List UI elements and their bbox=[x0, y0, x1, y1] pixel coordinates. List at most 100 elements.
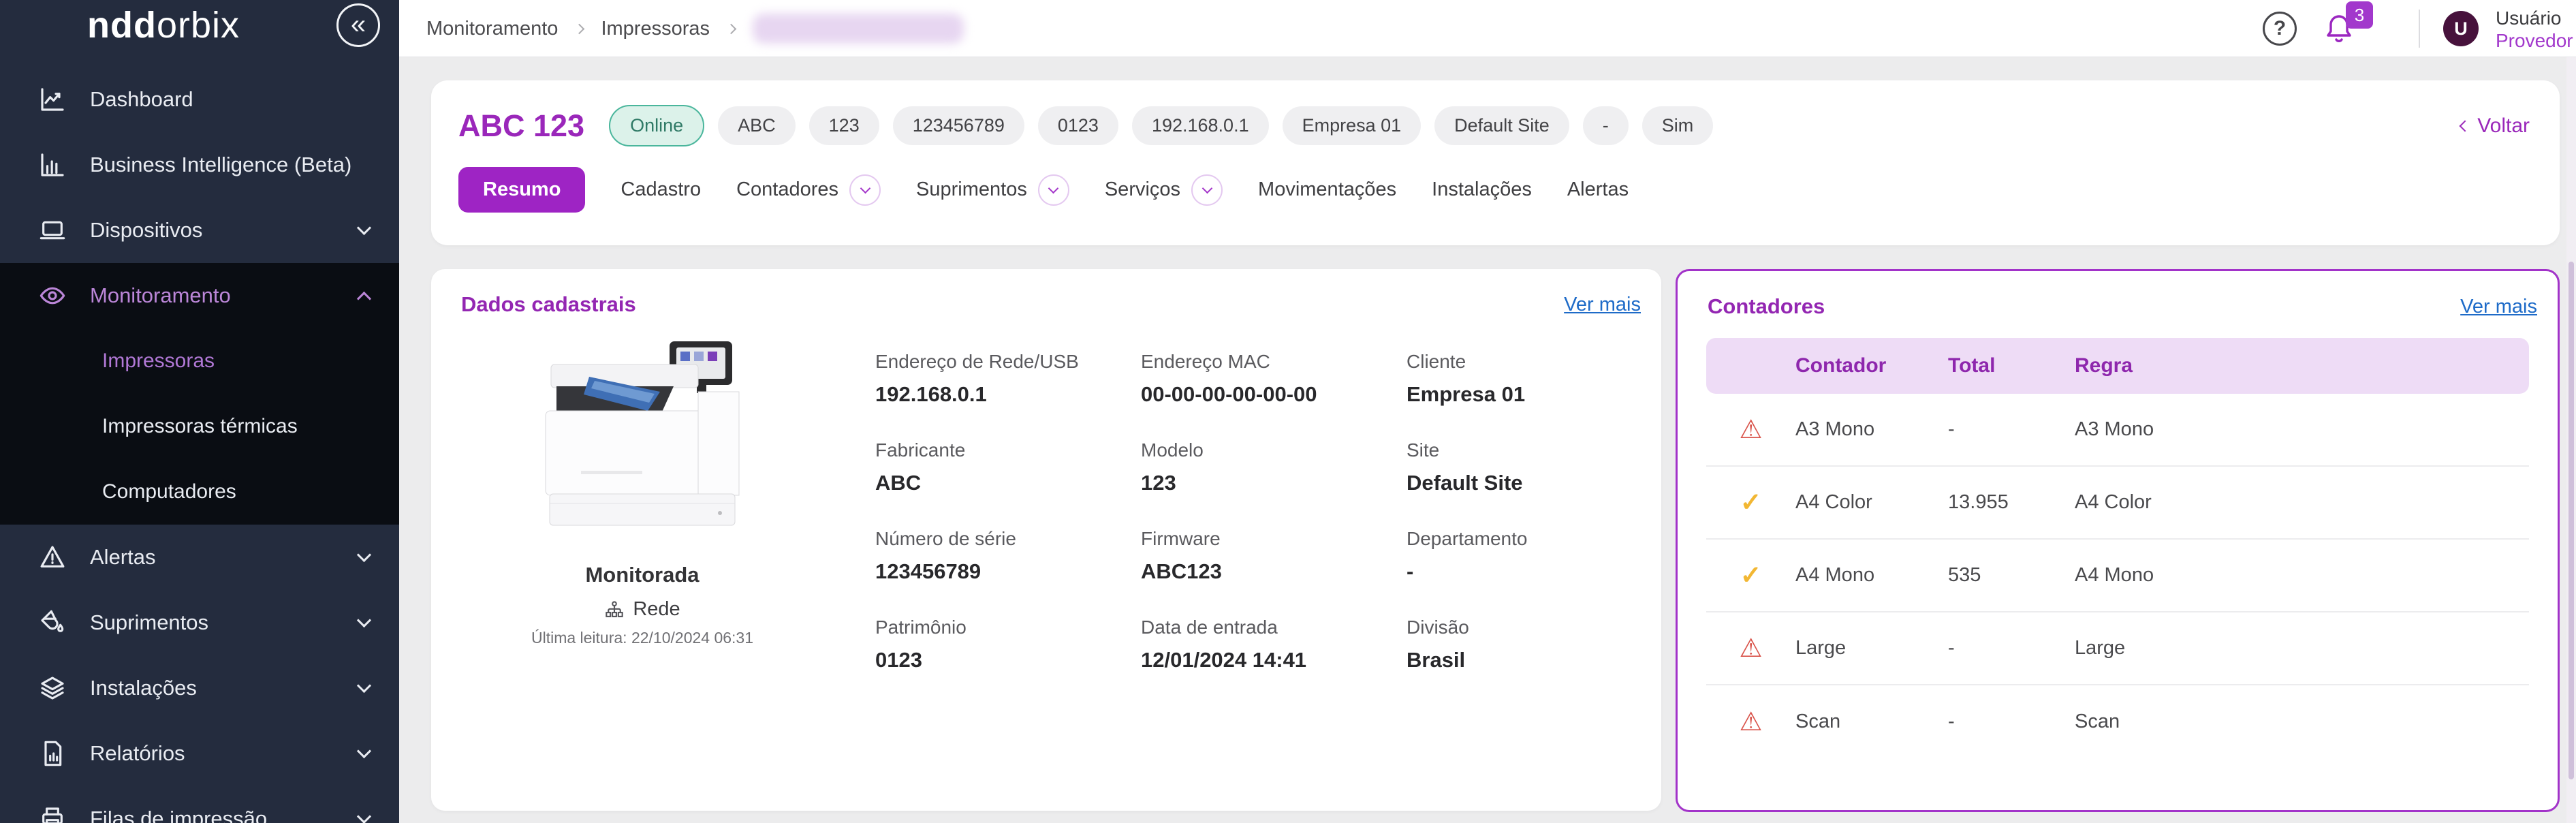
field-value: Brasil bbox=[1407, 648, 1642, 672]
brand-logo: nddorbix bbox=[87, 4, 240, 46]
field-value: 192.168.0.1 bbox=[875, 382, 1111, 407]
breadcrumb-item-impressoras[interactable]: Impressoras bbox=[601, 18, 710, 40]
field-value: ABC123 bbox=[1141, 559, 1377, 584]
tab-movimentacoes[interactable]: Movimentações bbox=[1258, 178, 1396, 201]
sidebar-item-filas-de-impressao[interactable]: Filas de impressão bbox=[0, 786, 399, 823]
field-fabricante: FabricanteABC bbox=[845, 439, 1111, 528]
sidebar-item-alertas[interactable]: Alertas bbox=[0, 525, 399, 590]
connection-type: Rede bbox=[633, 598, 680, 621]
field-label: Data de entrada bbox=[1141, 617, 1377, 638]
eye-icon bbox=[38, 281, 67, 310]
tab-contadores[interactable]: Contadores bbox=[736, 174, 881, 206]
field-value: Empresa 01 bbox=[1407, 382, 1642, 407]
user-info[interactable]: Usuário Provedor bbox=[2496, 7, 2573, 52]
sidebar-group-monitoramento: Monitoramento Impressoras Impressoras té… bbox=[0, 263, 399, 525]
sidebar-item-label: Impressoras térmicas bbox=[102, 415, 298, 438]
cell-regra: Large bbox=[2075, 637, 2529, 659]
cell-contador: Scan bbox=[1795, 711, 1948, 733]
warning-icon bbox=[1706, 414, 1795, 445]
help-button[interactable]: ? bbox=[2263, 12, 2297, 46]
sidebar-item-suprimentos[interactable]: Suprimentos bbox=[0, 590, 399, 655]
sidebar-item-instalacoes[interactable]: Instalações bbox=[0, 655, 399, 721]
sidebar-item-dispositivos[interactable]: Dispositivos bbox=[0, 198, 399, 263]
field-firmware: FirmwareABC123 bbox=[1111, 528, 1377, 617]
field-patrimonio: Patrimônio 0123 bbox=[845, 617, 1111, 705]
field-value: 0123 bbox=[875, 648, 1111, 672]
tab-suprimentos[interactable]: Suprimentos bbox=[916, 174, 1069, 206]
sidebar-item-label: Suprimentos bbox=[90, 610, 208, 635]
field-value: - bbox=[1407, 559, 1642, 584]
bar-chart-icon bbox=[38, 151, 67, 179]
table-row[interactable]: A4 Mono 535 A4 Mono bbox=[1706, 540, 2529, 612]
report-document-icon bbox=[38, 739, 67, 768]
back-button[interactable]: Voltar bbox=[2461, 114, 2530, 138]
sidebar-item-label: Monitoramento bbox=[90, 283, 231, 308]
table-row[interactable]: A4 Color 13.955 A4 Color bbox=[1706, 467, 2529, 540]
cell-total: - bbox=[1948, 637, 2075, 659]
cell-total: - bbox=[1948, 418, 2075, 441]
badge-cliente: Empresa 01 bbox=[1283, 106, 1421, 145]
counters-see-more-link[interactable]: Ver mais bbox=[2460, 296, 2537, 318]
card-title: Dados cadastrais bbox=[461, 292, 636, 317]
tab-cadastro[interactable]: Cadastro bbox=[621, 178, 701, 201]
sidebar-menu: Dashboard Business Intelligence (Beta) D… bbox=[0, 67, 399, 823]
sidebar-item-dashboard[interactable]: Dashboard bbox=[0, 67, 399, 132]
cell-contador: A3 Mono bbox=[1795, 418, 1948, 441]
notifications-badge: 3 bbox=[2346, 1, 2373, 29]
field-value: 12/01/2024 14:41 bbox=[1141, 648, 1377, 672]
cell-contador: Large bbox=[1795, 637, 1948, 659]
sidebar-item-business-intelligence[interactable]: Business Intelligence (Beta) bbox=[0, 132, 399, 198]
registration-see-more-link[interactable]: Ver mais bbox=[1564, 294, 1641, 316]
warning-triangle-icon bbox=[38, 543, 67, 572]
avatar[interactable]: U bbox=[2443, 11, 2479, 46]
tab-alertas[interactable]: Alertas bbox=[1567, 178, 1629, 201]
brand-logo-bold: ndd bbox=[87, 5, 157, 46]
sidebar-item-monitoramento[interactable]: Monitoramento bbox=[0, 263, 399, 328]
table-row[interactable]: Scan - Scan bbox=[1706, 685, 2529, 758]
tab-instalacoes[interactable]: Instalações bbox=[1432, 178, 1532, 201]
field-divisao: Divisão Brasil bbox=[1377, 617, 1642, 705]
chevron-down-circle-icon[interactable] bbox=[1191, 174, 1223, 206]
field-label: Site bbox=[1407, 439, 1642, 461]
warning-icon bbox=[1706, 633, 1795, 664]
registration-fields: Endereço de Rede/USB192.168.0.1 Endereço… bbox=[845, 351, 1642, 705]
counters-table: Contador Total Regra A3 Mono - A3 Mono A… bbox=[1706, 338, 2529, 758]
tab-resumo[interactable]: Resumo bbox=[458, 167, 585, 213]
page-scrollbar[interactable] bbox=[2566, 57, 2576, 823]
badge-modelo: 123 bbox=[809, 106, 879, 145]
device-title-row: ABC 123 Online ABC 123 123456789 0123 19… bbox=[431, 80, 2560, 146]
sidebar-collapse-button[interactable]: « bbox=[336, 3, 380, 47]
table-row[interactable]: A3 Mono - A3 Mono bbox=[1706, 394, 2529, 467]
sidebar-item-impressoras[interactable]: Impressoras bbox=[0, 328, 399, 394]
field-label: Divisão bbox=[1407, 617, 1642, 638]
sidebar-item-relatorios[interactable]: Relatórios bbox=[0, 721, 399, 786]
field-label: Endereço de Rede/USB bbox=[875, 351, 1111, 373]
field-value: 00-00-00-00-00-00 bbox=[1141, 382, 1377, 407]
registration-data-card: Dados cadastrais Ver mais Monitorada Red… bbox=[431, 269, 1661, 811]
breadcrumb-item-monitoramento[interactable]: Monitoramento bbox=[426, 18, 558, 40]
table-row[interactable]: Large - Large bbox=[1706, 612, 2529, 685]
connection-row: Rede bbox=[458, 598, 826, 621]
breadcrumb-separator-icon bbox=[726, 23, 737, 34]
field-label: Patrimônio bbox=[875, 617, 1111, 638]
avatar-initial: U bbox=[2454, 18, 2468, 40]
field-label: Modelo bbox=[1141, 439, 1377, 461]
cell-total: 13.955 bbox=[1948, 491, 2075, 514]
sidebar-item-label: Relatórios bbox=[90, 741, 185, 766]
chevron-down-icon bbox=[357, 220, 371, 234]
warning-icon bbox=[1706, 706, 1795, 737]
network-icon bbox=[604, 600, 625, 619]
sidebar-item-computadores[interactable]: Computadores bbox=[0, 459, 399, 525]
sidebar-item-impressoras-termicas[interactable]: Impressoras térmicas bbox=[0, 394, 399, 459]
chevron-down-circle-icon[interactable] bbox=[1038, 174, 1069, 206]
cell-contador: A4 Mono bbox=[1795, 564, 1948, 587]
tab-servicos[interactable]: Serviços bbox=[1105, 174, 1223, 206]
chevron-down-icon bbox=[357, 678, 371, 692]
chevron-down-circle-icon[interactable] bbox=[849, 174, 881, 206]
check-icon bbox=[1706, 560, 1795, 591]
counters-table-header: Contador Total Regra bbox=[1706, 338, 2529, 394]
scrollbar-thumb[interactable] bbox=[2569, 262, 2574, 779]
sidebar-header: nddorbix « bbox=[0, 0, 399, 57]
device-tabs: Resumo Cadastro Contadores Suprimentos S… bbox=[431, 146, 2560, 213]
tab-label: Movimentações bbox=[1258, 178, 1396, 201]
